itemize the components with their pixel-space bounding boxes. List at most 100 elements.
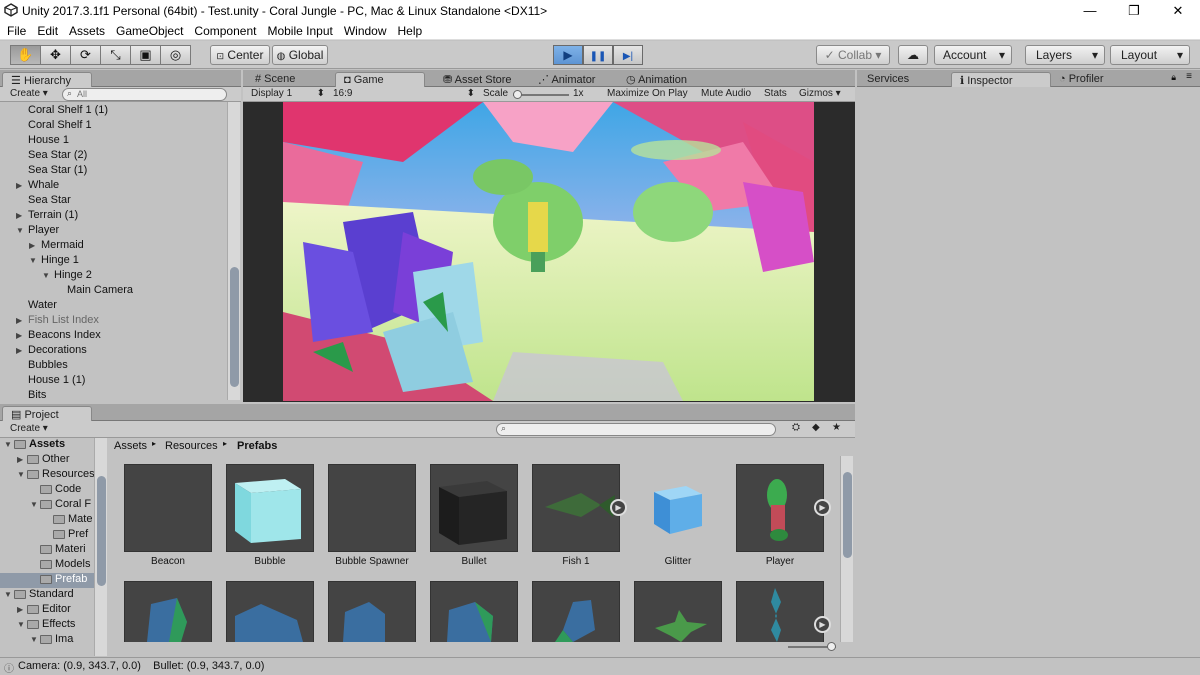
- hierarchy-item[interactable]: Water: [28, 299, 57, 311]
- rect-tool-button[interactable]: ▣: [130, 45, 161, 65]
- hierarchy-item[interactable]: Sea Star: [28, 194, 71, 206]
- hierarchy-item[interactable]: House 1: [28, 134, 69, 146]
- folder-tree-item[interactable]: Materi: [0, 543, 95, 558]
- collapse-arrow-icon[interactable]: ▼: [4, 440, 14, 449]
- hierarchy-scrollbar[interactable]: [227, 102, 240, 400]
- asset-player-thumbnail[interactable]: ▶: [736, 464, 831, 552]
- account-dropdown[interactable]: Account ▾: [934, 45, 1012, 65]
- aspect-dropdown[interactable]: 16:9 ⬍: [333, 88, 475, 99]
- hierarchy-item[interactable]: Coral Shelf 1: [28, 119, 92, 131]
- layout-dropdown[interactable]: Layout ▾: [1110, 45, 1190, 65]
- menu-assets[interactable]: Assets: [69, 22, 105, 38]
- asset-rock-thumbnail[interactable]: [328, 581, 416, 642]
- tree-scroll-thumb[interactable]: [97, 476, 106, 586]
- hierarchy-item[interactable]: Fish List Index: [28, 314, 99, 326]
- expand-arrow-icon[interactable]: ▶: [17, 455, 27, 464]
- tab-game[interactable]: ◘ Game: [335, 72, 425, 87]
- hierarchy-scroll-thumb[interactable]: [230, 267, 239, 387]
- folder-tree-item[interactable]: ▼ Ima: [0, 633, 95, 648]
- space-global-button[interactable]: ◍ Global: [272, 45, 328, 65]
- panel-menu-icon[interactable]: ≡: [1186, 71, 1192, 82]
- collapse-arrow-icon[interactable]: ▼: [29, 256, 37, 265]
- menu-mobile-input[interactable]: Mobile Input: [267, 22, 332, 38]
- menu-gameobject[interactable]: GameObject: [116, 22, 183, 38]
- project-create-button[interactable]: Create ▾: [10, 423, 48, 434]
- folder-tree-item[interactable]: Prefab: [0, 573, 95, 588]
- maximize-button[interactable]: ❐: [1114, 0, 1154, 22]
- collapse-arrow-icon[interactable]: ▼: [30, 635, 40, 644]
- favorite-star-icon[interactable]: ★: [832, 422, 841, 433]
- breadcrumb-assets[interactable]: Assets: [114, 440, 147, 452]
- asset-bubble-thumbnail[interactable]: [226, 464, 314, 552]
- menu-help[interactable]: Help: [398, 22, 423, 38]
- menu-file[interactable]: File: [7, 22, 26, 38]
- scale-tool-button[interactable]: ⤡: [100, 45, 131, 65]
- asset-fish-1-thumbnail[interactable]: ▶: [532, 464, 627, 552]
- asset-seaweed-thumbnail[interactable]: ▶: [736, 581, 831, 642]
- folder-tree-item[interactable]: Mate: [0, 513, 95, 528]
- hierarchy-item[interactable]: House 1 (1): [28, 374, 85, 386]
- collapse-arrow-icon[interactable]: ▼: [42, 271, 50, 280]
- asset-glitter-thumbnail[interactable]: [634, 464, 722, 552]
- scale-slider[interactable]: [513, 90, 569, 99]
- hierarchy-item[interactable]: Beacons Index: [28, 329, 101, 341]
- hierarchy-search-input[interactable]: ⌕ All: [62, 88, 227, 101]
- folder-tree-item[interactable]: Pref: [0, 528, 95, 543]
- play-preview-icon[interactable]: ▶: [610, 499, 627, 516]
- asset-starfish-thumbnail[interactable]: [634, 581, 722, 642]
- tab-hierarchy[interactable]: ☰ Hierarchy: [2, 72, 92, 87]
- tab-animator[interactable]: ⋰ Animator: [530, 72, 610, 87]
- breadcrumb-resources[interactable]: Resources: [165, 440, 218, 452]
- hierarchy-item[interactable]: Sea Star (2): [28, 149, 87, 161]
- collab-button[interactable]: ✓ Collab ▾: [816, 45, 890, 65]
- collapse-arrow-icon[interactable]: ▼: [4, 590, 14, 599]
- hierarchy-item[interactable]: Sea Star (1): [28, 164, 87, 176]
- move-tool-button[interactable]: ✥: [40, 45, 71, 65]
- folder-tree-item[interactable]: ▼ Coral F: [0, 498, 95, 513]
- folder-tree-item[interactable]: ▼ Standard: [0, 588, 95, 603]
- hierarchy-item[interactable]: Main Camera: [67, 284, 133, 296]
- breadcrumb-prefabs[interactable]: Prefabs: [237, 440, 277, 452]
- stats-toggle[interactable]: Stats: [764, 88, 787, 99]
- menu-edit[interactable]: Edit: [37, 22, 58, 38]
- asset-rock-thumbnail[interactable]: [124, 581, 212, 642]
- hierarchy-item[interactable]: Bits: [28, 389, 46, 400]
- play-preview-icon[interactable]: ▶: [814, 616, 831, 633]
- tab-asset-store[interactable]: ⛃ Asset Store: [435, 72, 525, 87]
- scale-slider-thumb[interactable]: [513, 90, 522, 99]
- gizmos-dropdown[interactable]: Gizmos ▾: [799, 88, 841, 99]
- folder-tree-item[interactable]: Code: [0, 483, 95, 498]
- expand-arrow-icon[interactable]: ▶: [16, 346, 22, 355]
- collapse-arrow-icon[interactable]: ▼: [30, 500, 40, 509]
- tree-scrollbar[interactable]: [94, 438, 107, 656]
- expand-arrow-icon[interactable]: ▶: [16, 181, 22, 190]
- asset-rock-thumbnail[interactable]: [226, 581, 314, 642]
- hierarchy-item[interactable]: Hinge 2: [54, 269, 92, 281]
- expand-arrow-icon[interactable]: ▶: [16, 316, 22, 325]
- hierarchy-item[interactable]: Decorations: [28, 344, 87, 356]
- collapse-arrow-icon[interactable]: ▼: [16, 226, 24, 235]
- tab-profiler[interactable]: ◔ Profiler: [1051, 72, 1131, 87]
- icon-size-slider-thumb[interactable]: [827, 642, 836, 651]
- hand-tool-button[interactable]: ✋: [10, 45, 41, 65]
- asset-grid-scrollbar[interactable]: [840, 456, 853, 642]
- tab-scene[interactable]: # Scene: [247, 72, 327, 87]
- hierarchy-item[interactable]: Coral Shelf 1 (1): [28, 104, 108, 116]
- folder-tree-item[interactable]: ▶ Other: [0, 453, 95, 468]
- tab-services[interactable]: Services: [859, 72, 929, 87]
- minimize-button[interactable]: —: [1070, 0, 1110, 22]
- menu-window[interactable]: Window: [344, 22, 387, 38]
- transform-tool-button[interactable]: ◎: [160, 45, 191, 65]
- folder-tree-item[interactable]: Models: [0, 558, 95, 573]
- hierarchy-item[interactable]: Hinge 1: [41, 254, 79, 266]
- rotate-tool-button[interactable]: ⟳: [70, 45, 101, 65]
- icon-size-slider[interactable]: [788, 642, 836, 651]
- play-preview-icon[interactable]: ▶: [814, 499, 831, 516]
- mute-audio-toggle[interactable]: Mute Audio: [701, 88, 751, 99]
- cloud-button[interactable]: ☁: [898, 45, 928, 65]
- tab-project[interactable]: ▤ Project: [2, 406, 92, 421]
- filter-type-icon[interactable]: ⛭: [792, 422, 800, 433]
- asset-rock-thumbnail[interactable]: [430, 581, 518, 642]
- asset-beacon-thumbnail[interactable]: [124, 464, 212, 552]
- hierarchy-item[interactable]: Player: [28, 224, 59, 236]
